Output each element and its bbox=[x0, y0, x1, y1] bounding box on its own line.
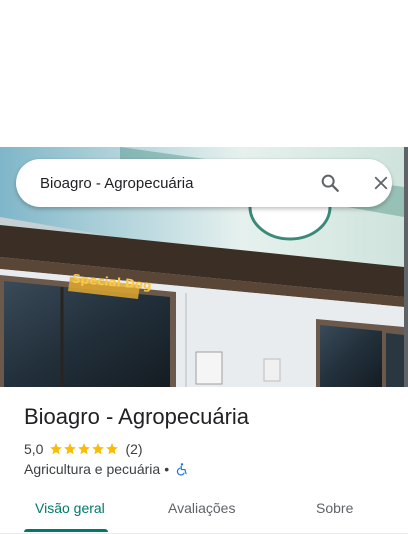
tab-reviews[interactable]: Avaliações bbox=[168, 500, 235, 516]
active-tab-indicator bbox=[24, 529, 108, 532]
category-row: Agricultura e pecuária • bbox=[24, 460, 189, 478]
star-icon bbox=[50, 443, 63, 455]
star-icon bbox=[106, 443, 119, 455]
search-box bbox=[16, 159, 392, 207]
rating-row: 5,0 (2) bbox=[24, 440, 143, 458]
search-input[interactable] bbox=[40, 159, 300, 207]
star-icon bbox=[78, 443, 91, 455]
star-icon bbox=[64, 443, 77, 455]
category-label[interactable]: Agricultura e pecuária bbox=[24, 461, 160, 477]
review-count-link[interactable]: (2) bbox=[125, 441, 142, 457]
star-icon bbox=[92, 443, 105, 455]
tab-about[interactable]: Sobre bbox=[316, 500, 353, 516]
star-rating bbox=[49, 442, 119, 456]
tab-bar: Visão geral Avaliações Sobre bbox=[0, 488, 408, 534]
close-icon[interactable] bbox=[367, 169, 395, 197]
rating-value: 5,0 bbox=[24, 441, 44, 457]
tab-overview[interactable]: Visão geral bbox=[35, 500, 105, 516]
place-title: Bioagro - Agropecuária bbox=[24, 404, 250, 429]
search-icon[interactable] bbox=[316, 169, 344, 197]
wheelchair-icon bbox=[175, 462, 189, 476]
scrollbar[interactable] bbox=[404, 147, 408, 387]
blank-area bbox=[0, 0, 408, 147]
separator-dot: • bbox=[164, 461, 170, 477]
